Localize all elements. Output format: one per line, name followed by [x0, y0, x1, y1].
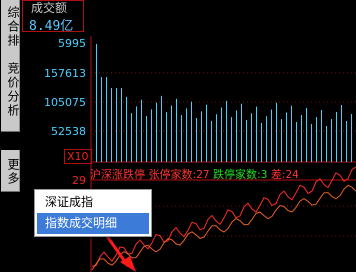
volume-bar — [331, 119, 332, 162]
volume-bars — [96, 44, 352, 162]
volume-bar — [166, 112, 167, 162]
volume-bar — [181, 115, 182, 162]
volume-bar — [186, 108, 187, 162]
volume-label: 成交额 — [31, 1, 68, 15]
context-menu: 深证成指 指数成交明细 — [34, 189, 152, 237]
volume-bar — [291, 105, 292, 162]
limit-up-label: 张停家数: — [148, 168, 197, 181]
limit-status-bar: 沪深涨跌停 张停家数:27 跌停家数:3 差:24 — [90, 166, 299, 182]
volume-bar — [226, 100, 227, 162]
volume-bar — [161, 95, 162, 162]
volume-bar — [116, 88, 117, 162]
volume-bar — [301, 115, 302, 162]
volume-bar — [326, 126, 327, 162]
volume-bar — [191, 101, 192, 162]
volume-bar — [111, 88, 112, 162]
volume-bar — [241, 103, 242, 162]
volume-bar — [141, 99, 142, 162]
volume-bar — [96, 44, 97, 162]
volume-bar — [256, 106, 257, 162]
volume-bar — [346, 121, 347, 162]
volume-bar — [271, 109, 272, 162]
volume-bar — [321, 110, 322, 162]
volume-bar — [311, 124, 312, 162]
volume-bar — [231, 117, 232, 162]
volume-bar — [306, 108, 307, 162]
volume-bar — [211, 120, 212, 162]
y-label-29: 29 — [72, 174, 86, 187]
volume-bar — [281, 119, 282, 162]
volume-bar — [151, 109, 152, 162]
limit-down-count: 3 — [260, 168, 268, 181]
volume-bar — [316, 117, 317, 162]
volume-bar — [341, 105, 342, 162]
volume-bar — [131, 113, 132, 162]
y-label-105075: 105075 — [44, 96, 86, 109]
volume-bar — [236, 110, 237, 162]
sidebar-tab-bidding[interactable]: 竞价分析 — [1, 46, 20, 132]
scale-multiplier: X10 — [64, 149, 92, 164]
volume-bar — [336, 112, 337, 162]
y-label-52538: 52538 — [51, 125, 86, 138]
y-label-157613: 157613 — [44, 67, 86, 80]
volume-bar — [121, 88, 122, 162]
limit-up-count: 27 — [196, 168, 210, 181]
volume-bar — [266, 116, 267, 162]
volume-value: 8.49亿 — [29, 19, 74, 34]
volume-bar — [206, 104, 207, 162]
volume-bar — [351, 114, 352, 162]
volume-bar — [251, 113, 252, 162]
volume-bar — [296, 122, 297, 162]
diff-value: 24 — [285, 168, 299, 181]
volume-bar — [201, 111, 202, 162]
limit-down-label: 跌停家数: — [212, 168, 261, 181]
status-title: 沪深涨跌停 — [90, 168, 145, 181]
volume-bar — [216, 114, 217, 162]
menu-item-shenzhen-index[interactable]: 深证成指 — [37, 192, 149, 213]
y-label-top: 5995 — [58, 37, 86, 50]
volume-bar — [126, 96, 127, 162]
volume-bar — [171, 105, 172, 162]
volume-bar — [156, 102, 157, 162]
menu-item-index-trade-detail[interactable]: 指数成交明细 — [37, 213, 149, 234]
volume-bar — [101, 77, 102, 162]
volume-bar — [146, 116, 147, 162]
sidebar-tab-more[interactable]: 更多 — [1, 150, 20, 192]
diff-label: 差: — [270, 168, 286, 181]
volume-bar — [176, 98, 177, 162]
volume-bar — [286, 112, 287, 162]
sidebar: 综合排名 竞价分析 更多 — [0, 0, 21, 272]
volume-bar — [196, 118, 197, 162]
volume-bar — [261, 122, 262, 162]
volume-bar — [106, 77, 107, 162]
volume-bar — [221, 107, 222, 162]
volume-info-box: 成交额 8.49亿 — [22, 0, 84, 34]
volume-bar — [246, 120, 247, 162]
volume-bar — [136, 106, 137, 162]
volume-bar — [276, 102, 277, 162]
